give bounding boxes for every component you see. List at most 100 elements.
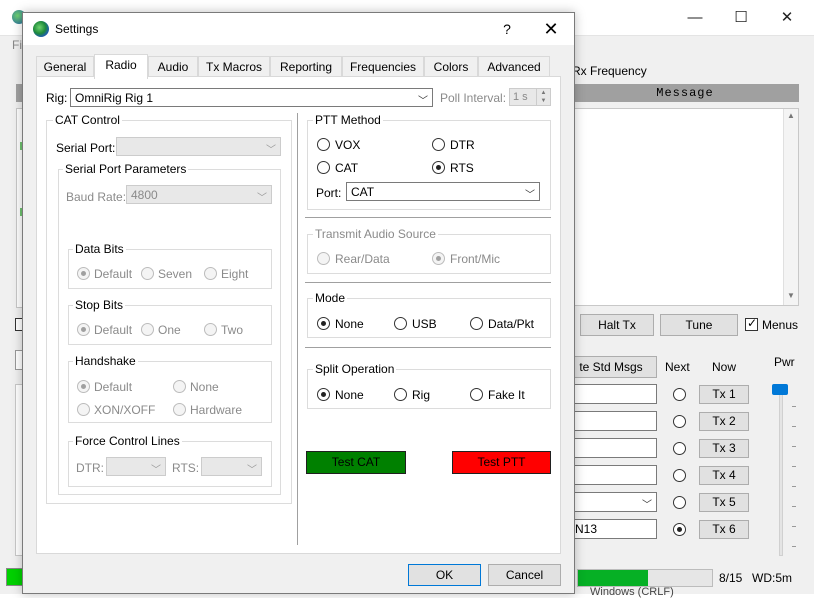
ptt-dtr-radio[interactable] bbox=[432, 138, 445, 151]
message-area[interactable] bbox=[571, 108, 799, 306]
tx6-field[interactable]: N13 bbox=[570, 519, 657, 539]
tab-frequencies[interactable]: Frequencies bbox=[342, 56, 424, 77]
stop-bits-one-radio[interactable] bbox=[141, 323, 154, 336]
message-scrollbar[interactable]: ▲ ▼ bbox=[783, 109, 798, 305]
tx1-field[interactable] bbox=[570, 384, 657, 404]
tx3-next-radio[interactable] bbox=[673, 442, 686, 455]
main-close-button[interactable]: ✕ bbox=[764, 6, 810, 30]
ptt-port-combo[interactable]: CAT ﹀ bbox=[346, 182, 540, 201]
tx2-field[interactable] bbox=[570, 411, 657, 431]
rig-combo[interactable]: OmniRig Rig 1 ﹀ bbox=[70, 88, 433, 107]
transmit-audio-title: Transmit Audio Source bbox=[313, 227, 438, 241]
ptt-vox-radio[interactable] bbox=[317, 138, 330, 151]
tx4-button[interactable]: Tx 4 bbox=[699, 466, 749, 485]
ptt-vox-label: VOX bbox=[335, 138, 361, 152]
tune-button[interactable]: Tune bbox=[660, 314, 738, 336]
slider-tick bbox=[792, 526, 796, 527]
data-bits-eight-label: Eight bbox=[221, 267, 249, 281]
baud-rate-value: 4800 bbox=[131, 188, 158, 202]
generate-std-msgs-button[interactable]: te Std Msgs bbox=[565, 356, 657, 378]
rx-frequency-label: Rx Frequency bbox=[572, 64, 647, 78]
help-button[interactable]: ? bbox=[493, 17, 521, 41]
tab-reporting[interactable]: Reporting bbox=[270, 56, 342, 77]
dialog-close-button[interactable]: ✕ bbox=[529, 17, 573, 41]
slider-tick bbox=[792, 546, 796, 547]
slider-tick bbox=[792, 426, 796, 427]
rts-combo[interactable]: ﹀ bbox=[201, 457, 262, 476]
split-fake-it-radio[interactable] bbox=[470, 388, 483, 401]
split-none-radio[interactable] bbox=[317, 388, 330, 401]
dialog-titlebar: Settings ? ✕ bbox=[23, 13, 574, 45]
stop-bits-default-radio[interactable] bbox=[77, 323, 90, 336]
tx4-next-radio[interactable] bbox=[673, 469, 686, 482]
stop-bits-one-label: One bbox=[158, 323, 181, 337]
dtr-combo[interactable]: ﹀ bbox=[106, 457, 166, 476]
force-control-title: Force Control Lines bbox=[73, 434, 182, 448]
tx6-button[interactable]: Tx 6 bbox=[699, 520, 749, 539]
mode-none-radio[interactable] bbox=[317, 317, 330, 330]
section-separator bbox=[305, 347, 551, 348]
power-slider-track[interactable] bbox=[779, 388, 783, 556]
ptt-cat-radio[interactable] bbox=[317, 161, 330, 174]
spin-arrows-icon[interactable]: ▲ ▼ bbox=[536, 89, 550, 105]
tx1-button[interactable]: Tx 1 bbox=[699, 385, 749, 404]
audio-front-mic-radio[interactable] bbox=[432, 252, 445, 265]
halt-tx-button[interactable]: Halt Tx bbox=[580, 314, 654, 336]
chevron-down-icon: ﹀ bbox=[266, 145, 276, 156]
cat-control-title: CAT Control bbox=[53, 113, 122, 127]
slider-tick bbox=[792, 486, 796, 487]
handshake-none-radio[interactable] bbox=[173, 380, 186, 393]
ptt-rts-radio[interactable] bbox=[432, 161, 445, 174]
data-bits-eight-radio[interactable] bbox=[204, 267, 217, 280]
cancel-button[interactable]: Cancel bbox=[488, 564, 561, 586]
tab-audio[interactable]: Audio bbox=[148, 56, 198, 77]
tx2-button[interactable]: Tx 2 bbox=[699, 412, 749, 431]
tx5-button[interactable]: Tx 5 bbox=[699, 493, 749, 512]
split-rig-radio[interactable] bbox=[394, 388, 407, 401]
data-bits-default-radio[interactable] bbox=[77, 267, 90, 280]
audio-rear-data-radio[interactable] bbox=[317, 252, 330, 265]
power-slider-thumb[interactable] bbox=[772, 384, 788, 395]
mode-data-pkt-radio[interactable] bbox=[470, 317, 483, 330]
tx4-field[interactable] bbox=[570, 465, 657, 485]
tx3-button[interactable]: Tx 3 bbox=[699, 439, 749, 458]
mode-usb-label: USB bbox=[412, 317, 437, 331]
data-bits-seven-radio[interactable] bbox=[141, 267, 154, 280]
mode-usb-radio[interactable] bbox=[394, 317, 407, 330]
tx6-next-radio[interactable] bbox=[673, 523, 686, 536]
next-label: Next bbox=[665, 360, 690, 374]
maximize-button[interactable]: ☐ bbox=[718, 6, 764, 30]
stop-bits-two-radio[interactable] bbox=[204, 323, 217, 336]
test-cat-button[interactable]: Test CAT bbox=[306, 451, 406, 474]
handshake-xonxoff-radio[interactable] bbox=[77, 403, 90, 416]
tx3-field[interactable] bbox=[570, 438, 657, 458]
menus-checkbox[interactable]: ✓ bbox=[745, 316, 758, 331]
ptt-method-title: PTT Method bbox=[313, 113, 383, 127]
tab-general[interactable]: General bbox=[36, 56, 94, 77]
baud-rate-combo[interactable]: 4800 ﹀ bbox=[126, 185, 272, 204]
tx1-next-radio[interactable] bbox=[673, 388, 686, 401]
split-operation-title: Split Operation bbox=[313, 362, 397, 376]
tx5-combo[interactable]: ﹀ bbox=[570, 492, 657, 512]
tab-tx-macros[interactable]: Tx Macros bbox=[198, 56, 270, 77]
data-bits-seven-label: Seven bbox=[158, 267, 193, 281]
tab-colors[interactable]: Colors bbox=[424, 56, 478, 77]
rig-label: Rig: bbox=[46, 91, 68, 105]
serial-port-combo[interactable]: ﹀ bbox=[116, 137, 281, 156]
split-rig-label: Rig bbox=[412, 388, 431, 402]
handshake-default-radio[interactable] bbox=[77, 380, 90, 393]
ok-button[interactable]: OK bbox=[408, 564, 481, 586]
handshake-hardware-radio[interactable] bbox=[173, 403, 186, 416]
test-ptt-button[interactable]: Test PTT bbox=[452, 451, 551, 474]
scroll-up-icon[interactable]: ▲ bbox=[787, 111, 795, 120]
tab-advanced[interactable]: Advanced bbox=[478, 56, 550, 77]
scroll-down-icon[interactable]: ▼ bbox=[787, 291, 795, 300]
ptt-rts-label: RTS bbox=[450, 161, 474, 175]
serial-params-title: Serial Port Parameters bbox=[63, 162, 189, 176]
tx5-next-radio[interactable] bbox=[673, 496, 686, 509]
handshake-none-label: None bbox=[190, 380, 219, 394]
tx2-next-radio[interactable] bbox=[673, 415, 686, 428]
tab-radio[interactable]: Radio bbox=[94, 54, 148, 79]
mode-data-pkt-label: Data/Pkt bbox=[488, 317, 535, 331]
minimize-button[interactable]: — bbox=[672, 6, 718, 30]
